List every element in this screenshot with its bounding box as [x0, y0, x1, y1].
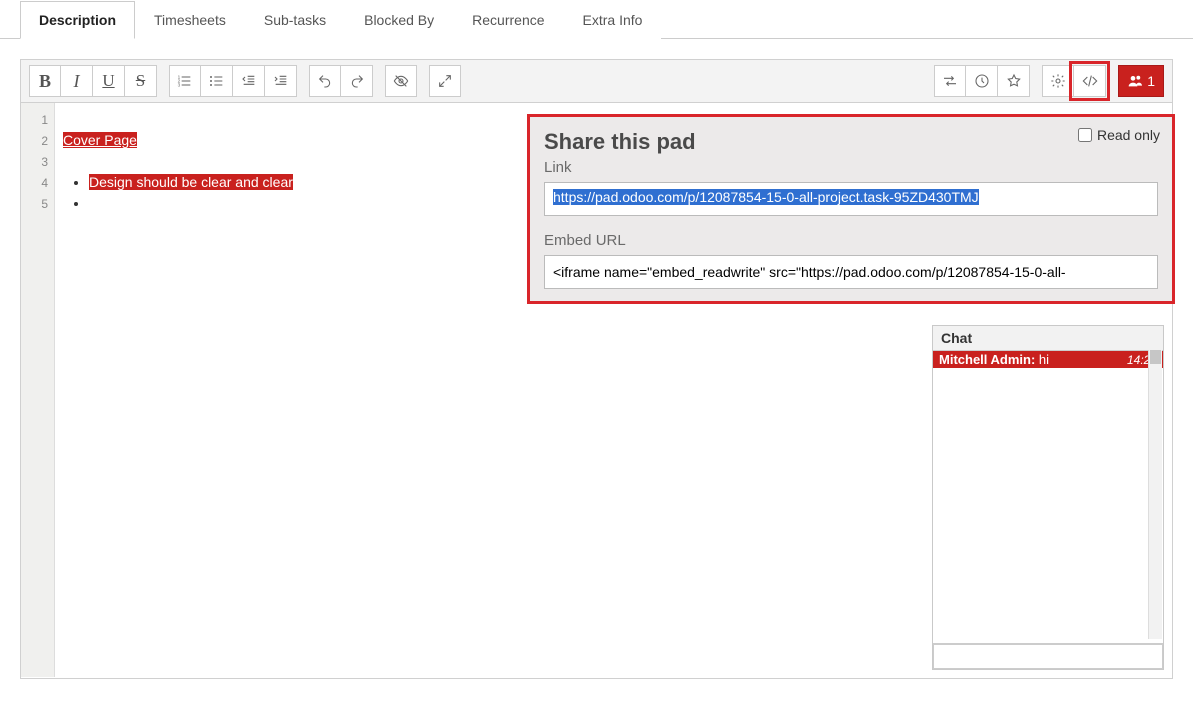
- chat-message: Mitchell Admin: hi 14:22: [933, 351, 1163, 368]
- bullet-item-1: Design should be clear and clear: [89, 174, 293, 190]
- tab-description[interactable]: Description: [20, 1, 135, 39]
- share-embed-button[interactable]: [1074, 65, 1106, 97]
- tab-blockedby[interactable]: Blocked By: [345, 1, 453, 39]
- chat-scrollbar[interactable]: [1148, 350, 1162, 639]
- undo-button[interactable]: [309, 65, 341, 97]
- readonly-label: Read only: [1097, 127, 1160, 143]
- tab-subtasks[interactable]: Sub-tasks: [245, 1, 345, 39]
- cover-page-link[interactable]: Cover Page: [63, 132, 137, 148]
- users-button[interactable]: 1: [1118, 65, 1164, 97]
- tab-timesheets[interactable]: Timesheets: [135, 1, 245, 39]
- unordered-list-button[interactable]: [201, 65, 233, 97]
- chat-messages: Mitchell Admin: hi 14:22: [933, 351, 1163, 643]
- share-link-input[interactable]: https://pad.odoo.com/p/12087854-15-0-all…: [544, 182, 1158, 216]
- timeslider-button[interactable]: [966, 65, 998, 97]
- chat-panel: Chat Mitchell Admin: hi 14:22: [932, 325, 1164, 670]
- bold-button[interactable]: B: [29, 65, 61, 97]
- chat-header[interactable]: Chat: [933, 326, 1163, 351]
- tabs-bar: Description Timesheets Sub-tasks Blocked…: [0, 0, 1193, 39]
- strikethrough-button[interactable]: S: [125, 65, 157, 97]
- share-link-label: Link: [544, 159, 1158, 176]
- editor-toolbar: B I U S 123: [21, 60, 1172, 103]
- tab-recurrence[interactable]: Recurrence: [453, 1, 563, 39]
- underline-button[interactable]: U: [93, 65, 125, 97]
- outdent-button[interactable]: [233, 65, 265, 97]
- ordered-list-button[interactable]: 123: [169, 65, 201, 97]
- indent-button[interactable]: [265, 65, 297, 97]
- share-title: Share this pad: [544, 129, 1158, 155]
- line-gutter: 1 2 3 4 5: [21, 103, 55, 677]
- import-export-button[interactable]: [934, 65, 966, 97]
- svg-text:3: 3: [178, 82, 181, 87]
- italic-button[interactable]: I: [61, 65, 93, 97]
- readonly-checkbox[interactable]: [1078, 128, 1092, 142]
- settings-button[interactable]: [1042, 65, 1074, 97]
- editor-pane: B I U S 123: [20, 59, 1173, 679]
- fullscreen-button[interactable]: [429, 65, 461, 97]
- clear-authorship-button[interactable]: [385, 65, 417, 97]
- tab-extrainfo[interactable]: Extra Info: [564, 1, 662, 39]
- star-button[interactable]: [998, 65, 1030, 97]
- share-embed-input[interactable]: [544, 255, 1158, 289]
- chat-input[interactable]: [933, 644, 1163, 669]
- share-panel: Read only Share this pad Link https://pa…: [527, 114, 1175, 304]
- share-embed-label: Embed URL: [544, 232, 1158, 249]
- users-count: 1: [1147, 73, 1155, 89]
- redo-button[interactable]: [341, 65, 373, 97]
